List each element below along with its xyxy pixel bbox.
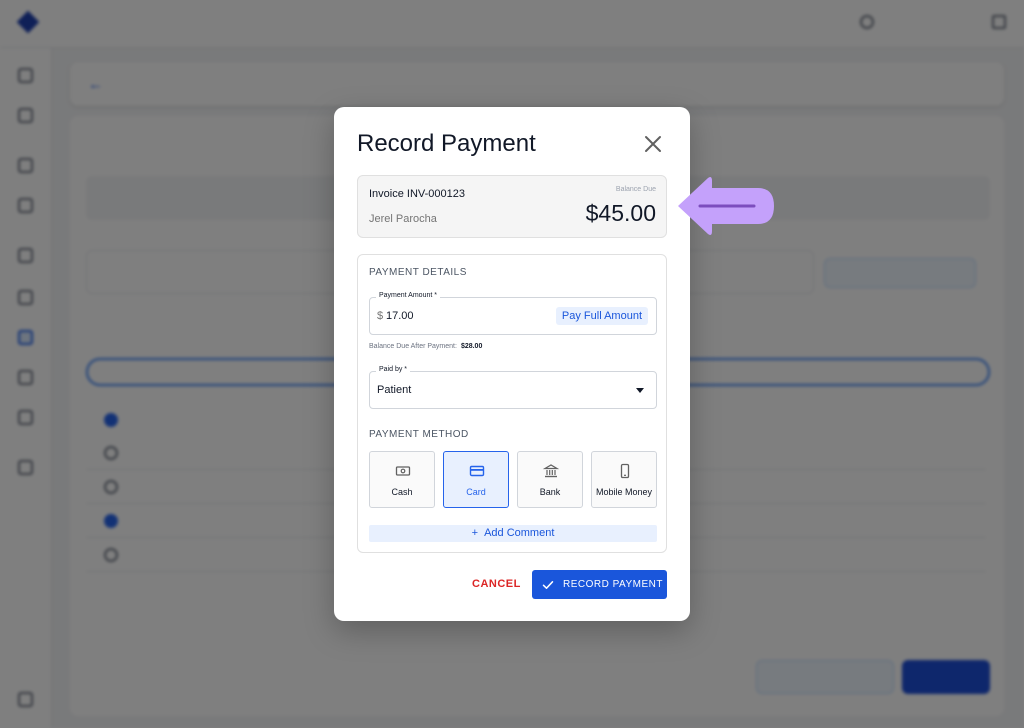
payment-method-options: Cash Card Bank Mobile Money [369,451,657,508]
balance-due-amount: $45.00 [585,200,656,226]
payment-amount-input[interactable]: 17.00 [386,310,414,322]
payment-method-card[interactable]: Card [443,451,509,508]
payment-details-card: PAYMENT DETAILS Payment Amount * $ 17.00… [357,254,667,553]
payment-amount-label: Payment Amount * [376,292,440,299]
plus-icon: + [471,527,479,539]
cash-icon [395,466,411,476]
paid-by-select[interactable]: Paid by * Patient [369,366,657,409]
mobile-icon [620,463,630,479]
record-payment-label: RECORD PAYMENT [563,579,663,590]
close-icon [645,136,661,152]
invoice-number: Invoice INV-000123 [369,188,466,200]
cancel-button[interactable]: CANCEL [472,578,521,590]
record-payment-dialog: Record Payment Invoice INV-000123 Jerel … [334,107,690,621]
pay-full-amount-button[interactable]: Pay Full Amount [555,307,648,325]
payment-method-label: Cash [391,487,413,497]
card-icon [469,465,485,477]
dropdown-arrow-icon [636,388,644,393]
paid-by-value: Patient [377,384,412,396]
payment-details-title: PAYMENT DETAILS [369,267,467,278]
payment-method-label: Bank [539,487,561,497]
invoice-summary: Invoice INV-000123 Jerel Parocha Balance… [357,175,667,238]
dialog-title: Record Payment [357,130,536,157]
add-comment-label: Add Comment [484,527,555,539]
callout-arrow-icon [678,177,774,235]
paid-by-label: Paid by * [376,366,411,373]
add-comment-button[interactable]: + Add Comment [369,525,657,542]
payment-method-label: Mobile Money [595,487,653,497]
payment-method-label: Card [466,487,486,497]
patient-name: Jerel Parocha [369,213,437,225]
payment-amount-field[interactable]: Payment Amount * $ 17.00 Pay Full Amount [369,292,657,335]
currency-symbol: $ [377,310,384,322]
check-icon [542,581,554,589]
close-button[interactable] [640,131,666,157]
balance-after-value: $28.00 [460,343,483,350]
payment-method-bank[interactable]: Bank [517,451,583,508]
record-payment-button[interactable]: RECORD PAYMENT [532,570,667,599]
payment-method-cash[interactable]: Cash [369,451,435,508]
payment-method-title: PAYMENT METHOD [369,429,469,440]
payment-method-mobile-money[interactable]: Mobile Money [591,451,657,508]
balance-after-payment: Balance Due After Payment: $28.00 [369,343,482,350]
bank-icon [543,464,559,478]
balance-due-label: Balance Due [615,186,656,193]
balance-after-label: Balance Due After Payment: [369,343,457,350]
